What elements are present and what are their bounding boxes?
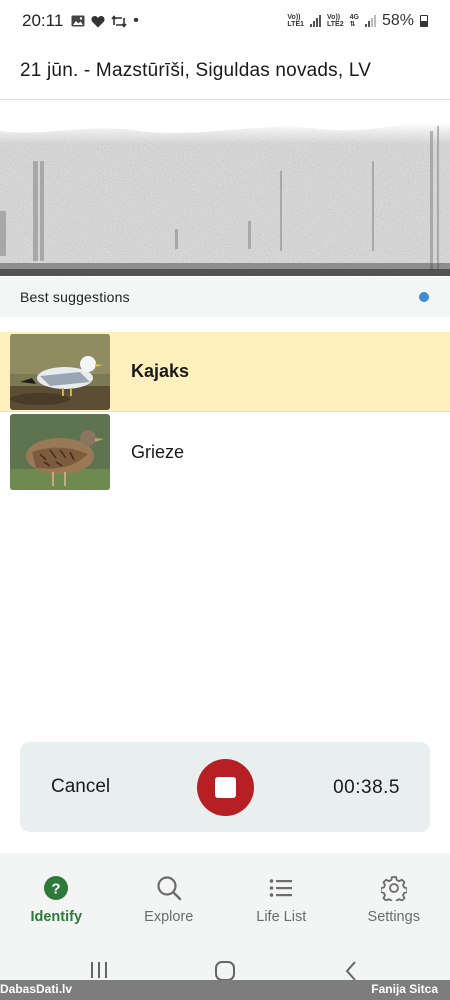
- suggestion-name: Kajaks: [131, 361, 190, 381]
- svg-text:?: ?: [52, 881, 61, 898]
- corncrake-thumbnail: [10, 414, 110, 490]
- nav-identify[interactable]: ? Identify: [0, 853, 113, 940]
- nav-life-list[interactable]: Life List: [225, 853, 338, 940]
- signal-icon: [364, 15, 376, 27]
- network-lte2: Vo)) LTE2: [327, 14, 344, 28]
- status-notification-icons: •: [71, 12, 139, 29]
- spectrogram-image: [0, 101, 450, 276]
- suggestion-name: Grieze: [131, 441, 185, 462]
- suggestions-header: Best suggestions: [0, 277, 450, 317]
- list-icon: [269, 879, 293, 897]
- suggestions-title: Best suggestions: [20, 289, 130, 305]
- suggestion-item-grieze[interactable]: Grieze: [0, 412, 450, 492]
- dot-icon: •: [133, 12, 139, 29]
- nav-label: Life List: [256, 909, 307, 925]
- status-system-icons: Vo)) LTE1 Vo)) LTE2 4G ⇅ 58%: [287, 12, 428, 30]
- signal-icon: [310, 15, 322, 27]
- stop-icon: [215, 777, 236, 798]
- bottom-navigation: ? Identify Explore Life List Settings: [0, 853, 450, 940]
- retweet-icon: [111, 14, 127, 28]
- spectrogram: [0, 101, 450, 276]
- help-circle-icon: ?: [44, 876, 69, 900]
- battery-percent: 58%: [381, 12, 414, 29]
- recent-apps-icon[interactable]: [89, 960, 109, 980]
- stop-recording-button[interactable]: [197, 759, 254, 816]
- watermark-bar: DabasDati.lv Fanija Sitca: [0, 980, 450, 1000]
- recording-timer: 00:38.5: [333, 777, 400, 798]
- gull-thumbnail: [10, 334, 110, 410]
- status-dot-icon: [419, 292, 429, 302]
- suggestion-list: Kajaks Grieze: [0, 332, 450, 492]
- battery-icon: [420, 15, 428, 27]
- watermark-right: Fanija Sitca: [371, 982, 438, 996]
- status-bar: 20:11 • Vo)) LTE1 Vo)) LTE2 4G ⇅ 58%: [0, 0, 450, 42]
- nav-settings[interactable]: Settings: [338, 853, 450, 940]
- network-lte1: Vo)) LTE1: [287, 14, 305, 28]
- nav-label: Explore: [144, 909, 194, 925]
- status-time: 20:11: [22, 11, 64, 30]
- recording-panel: Cancel 00:38.5: [20, 742, 430, 832]
- suggestion-item-kajaks[interactable]: Kajaks: [0, 332, 450, 412]
- home-icon[interactable]: [214, 960, 236, 982]
- header: 21 jūn. - Mazstūrīši, Siguldas novads, L…: [0, 42, 450, 100]
- nav-explore[interactable]: Explore: [113, 853, 226, 940]
- cancel-button[interactable]: Cancel: [51, 776, 110, 798]
- gear-icon: [380, 876, 407, 901]
- back-icon[interactable]: [343, 960, 359, 982]
- heart-icon: [91, 15, 105, 27]
- page-title: 21 jūn. - Mazstūrīši, Siguldas novads, L…: [20, 59, 372, 81]
- nav-label: Settings: [367, 909, 420, 925]
- search-icon: [157, 876, 181, 901]
- gallery-icon: [71, 15, 85, 27]
- nav-label: Identify: [30, 909, 83, 925]
- watermark-left: DabasDati.lv: [0, 982, 73, 996]
- network-4g: 4G ⇅: [349, 14, 359, 28]
